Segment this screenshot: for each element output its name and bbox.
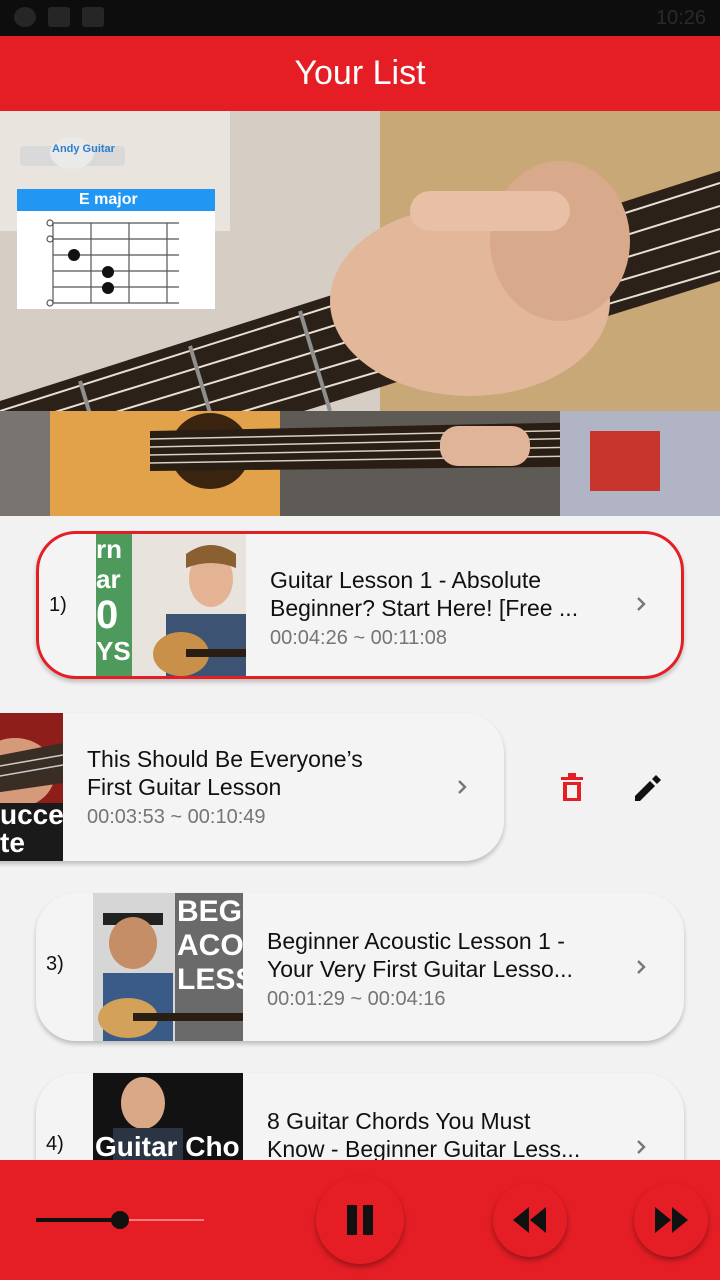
thumb-text: BEGIN (177, 895, 243, 928)
delete-button[interactable] (550, 766, 594, 810)
item-title: 8 Guitar Chords You Must Know - Beginner… (267, 1107, 607, 1160)
video-player[interactable]: Andy Guitar E major (0, 111, 720, 516)
chord-grid (46, 219, 179, 307)
list-item[interactable]: ucce te This Should Be Everyone’s First … (0, 713, 504, 861)
notification-icon (14, 7, 36, 27)
rewind-icon (513, 1207, 546, 1233)
chevron-right-icon (637, 597, 646, 611)
playlist[interactable]: 1) rn ar 0 YS Guitar Lesson 1 - Absolute… (0, 516, 720, 1160)
item-title: This Should Be Everyone’s First Guitar L… (87, 745, 427, 801)
thumb-text: rn (96, 534, 122, 564)
title-line: Know - Beginner Guitar Less... (267, 1136, 581, 1160)
item-range: 00:04:26 ~ 00:11:08 (270, 627, 448, 649)
list-item[interactable]: 1) rn ar 0 YS Guitar Lesson 1 - Absolute… (36, 531, 684, 679)
overlay-logo: Andy Guitar (52, 143, 115, 155)
item-index: 1) (49, 594, 67, 616)
playback-controls (0, 1160, 720, 1280)
status-icons (14, 7, 104, 27)
title-line: This Should Be Everyone’s (87, 746, 363, 772)
thumbnail: BEGIN ACOU LESS (93, 893, 243, 1041)
thumb-text: ACOU (177, 929, 243, 962)
seek-slider[interactable] (36, 1210, 204, 1230)
chevron-right-icon (637, 1140, 646, 1154)
list-item[interactable]: 4) Guitar Cho 8 Guitar Chords You Must K… (36, 1073, 684, 1160)
pause-button[interactable] (316, 1176, 404, 1264)
pencil-icon (635, 775, 661, 801)
item-title: Beginner Acoustic Lesson 1 - Your Very F… (267, 927, 607, 983)
sd-card-icon (48, 7, 70, 27)
slider-progress (36, 1218, 120, 1222)
video-frame (0, 111, 720, 516)
title-line: Your Very First Guitar Lesso... (267, 956, 573, 982)
item-index: 4) (46, 1133, 64, 1155)
item-title: Guitar Lesson 1 - Absolute Beginner? Sta… (270, 566, 610, 622)
media-icon (82, 7, 104, 27)
item-range: 00:03:53 ~ 00:10:49 (87, 806, 266, 828)
title-line: 8 Guitar Chords You Must (267, 1108, 531, 1134)
clock: 10:26 (655, 7, 706, 29)
item-range: 00:01:29 ~ 00:04:16 (267, 988, 446, 1010)
thumb-text: Guitar Cho (95, 1131, 240, 1160)
thumb-text: ar (96, 564, 121, 594)
title-line: First Guitar Lesson (87, 774, 282, 800)
title-line: Beginner? Start Here! [Free ... (270, 595, 579, 621)
status-bar: 10:26 (0, 0, 720, 36)
thumbnail: ucce te (0, 713, 63, 861)
page-title: Your List (294, 54, 426, 92)
title-line: Guitar Lesson 1 - Absolute (270, 567, 542, 593)
rewind-button[interactable] (493, 1183, 567, 1257)
chevron-right-icon (637, 960, 646, 974)
thumb-text: LESS (177, 963, 243, 996)
thumb-text: te (0, 827, 25, 858)
item-index: 3) (46, 953, 64, 975)
thumb-text: YS (96, 636, 131, 666)
chord-diagram: E major (17, 189, 215, 309)
slider-thumb[interactable] (111, 1211, 129, 1229)
pause-icon (347, 1205, 373, 1235)
chevron-right-icon (458, 780, 467, 794)
fast-forward-button[interactable] (634, 1183, 708, 1257)
edit-button[interactable] (625, 766, 669, 810)
list-item[interactable]: 3) BEGIN ACOU LESS Beginner Acoustic Les… (36, 893, 684, 1041)
thumbnail: Guitar Cho (93, 1073, 243, 1160)
thumb-text: ucce (0, 799, 63, 830)
thumbnail: rn ar 0 YS (96, 534, 246, 676)
app-bar: Your List (0, 36, 720, 111)
thumb-text: 0 (96, 593, 119, 637)
trash-icon (561, 773, 583, 801)
title-line: Beginner Acoustic Lesson 1 - (267, 928, 565, 954)
chord-label: E major (17, 189, 215, 211)
fast-forward-icon (655, 1207, 688, 1233)
